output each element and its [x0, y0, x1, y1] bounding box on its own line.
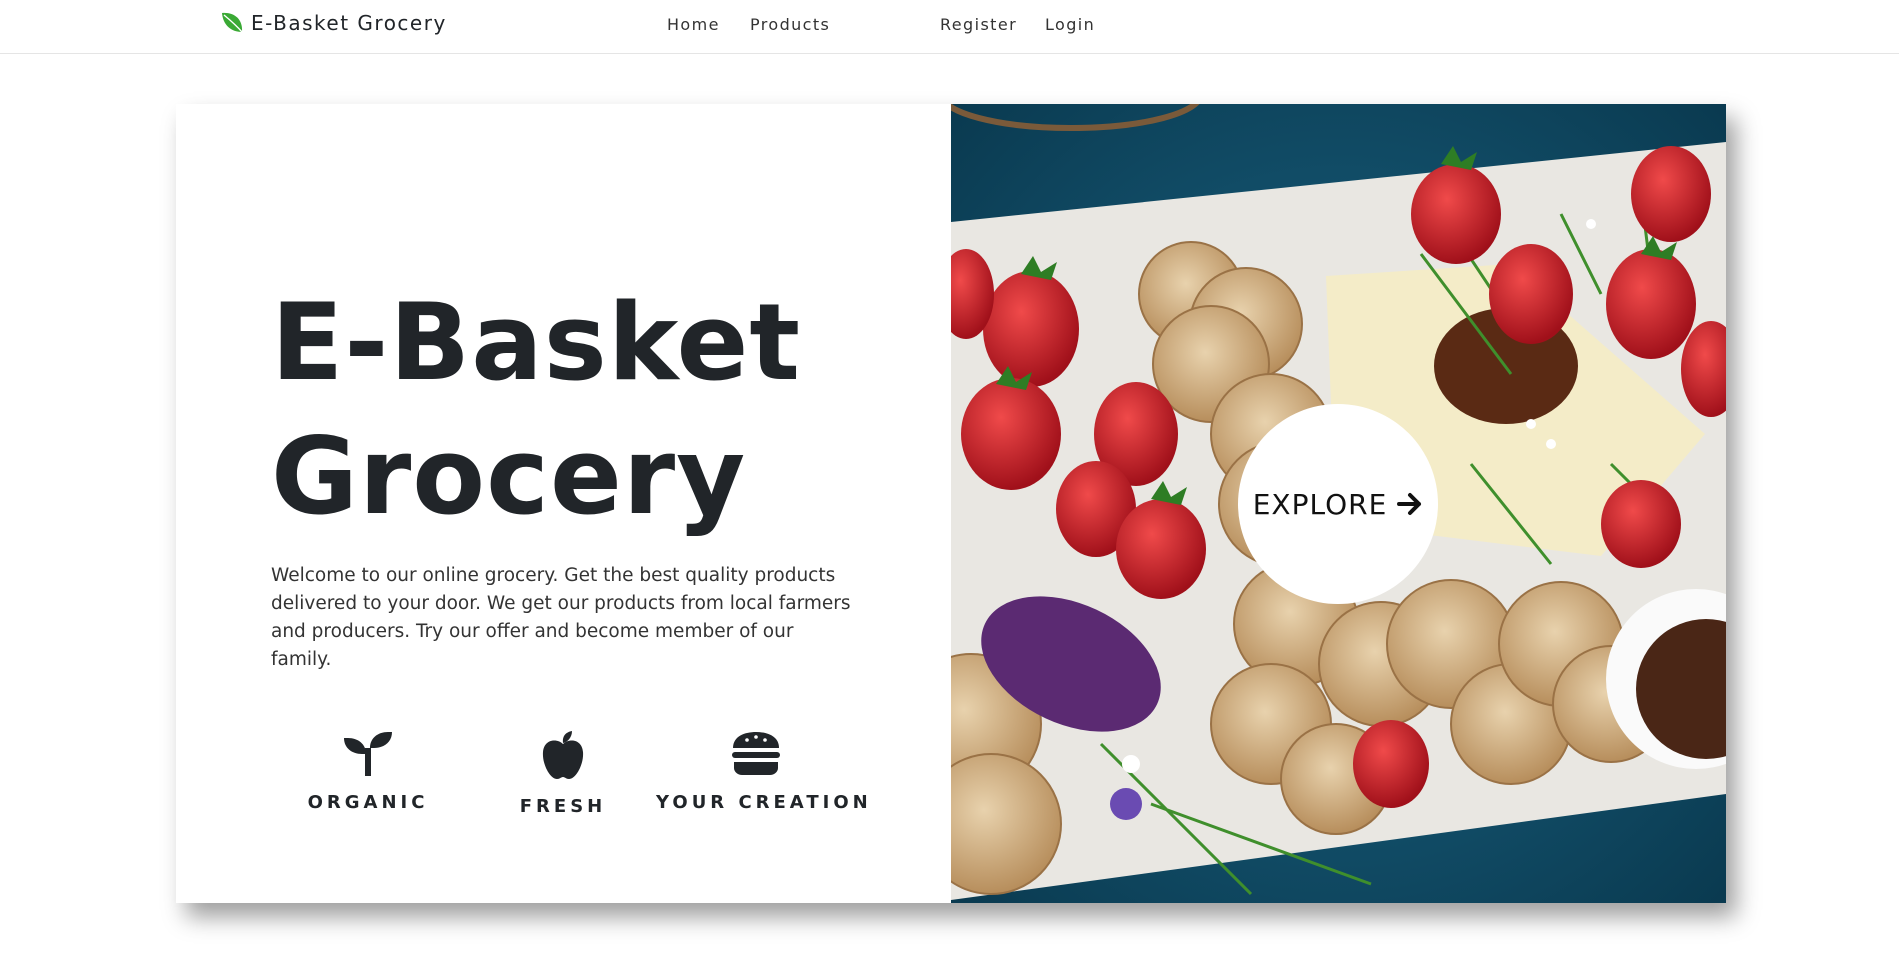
feature-organic: ORGANIC — [268, 730, 468, 813]
explore-button[interactable]: EXPLORE — [1238, 404, 1438, 604]
hamburger-icon — [732, 732, 780, 775]
arrow-right-icon — [1397, 493, 1422, 515]
brand-name: E-Basket Grocery — [251, 11, 447, 35]
brand-link[interactable]: E-Basket Grocery — [219, 10, 447, 36]
leaf-icon — [222, 12, 243, 33]
hero-title: E-Basket Grocery — [271, 281, 802, 538]
feature-label-your-creation: YOUR CREATION — [656, 792, 872, 813]
hero-description: Welcome to our online grocery. Get the b… — [271, 565, 851, 670]
nav-home[interactable]: Home — [667, 15, 720, 34]
navbar: E-Basket Grocery Home Products Register … — [0, 0, 1899, 54]
hero-card: E-Basket Grocery Welcome to our online g… — [176, 104, 1726, 903]
feature-fresh: FRESH — [463, 730, 663, 817]
hero-text-panel: E-Basket Grocery Welcome to our online g… — [176, 104, 951, 903]
feature-label-fresh: FRESH — [519, 796, 607, 817]
explore-label: EXPLORE — [1252, 487, 1388, 521]
feature-your-creation: YOUR CREATION — [656, 730, 872, 813]
apple-icon — [542, 731, 584, 779]
nav-register[interactable]: Register — [940, 15, 1017, 34]
nav-products[interactable]: Products — [750, 15, 830, 34]
seedling-icon — [344, 732, 392, 776]
nav-login[interactable]: Login — [1045, 15, 1095, 34]
feature-label-organic: ORGANIC — [307, 792, 429, 813]
